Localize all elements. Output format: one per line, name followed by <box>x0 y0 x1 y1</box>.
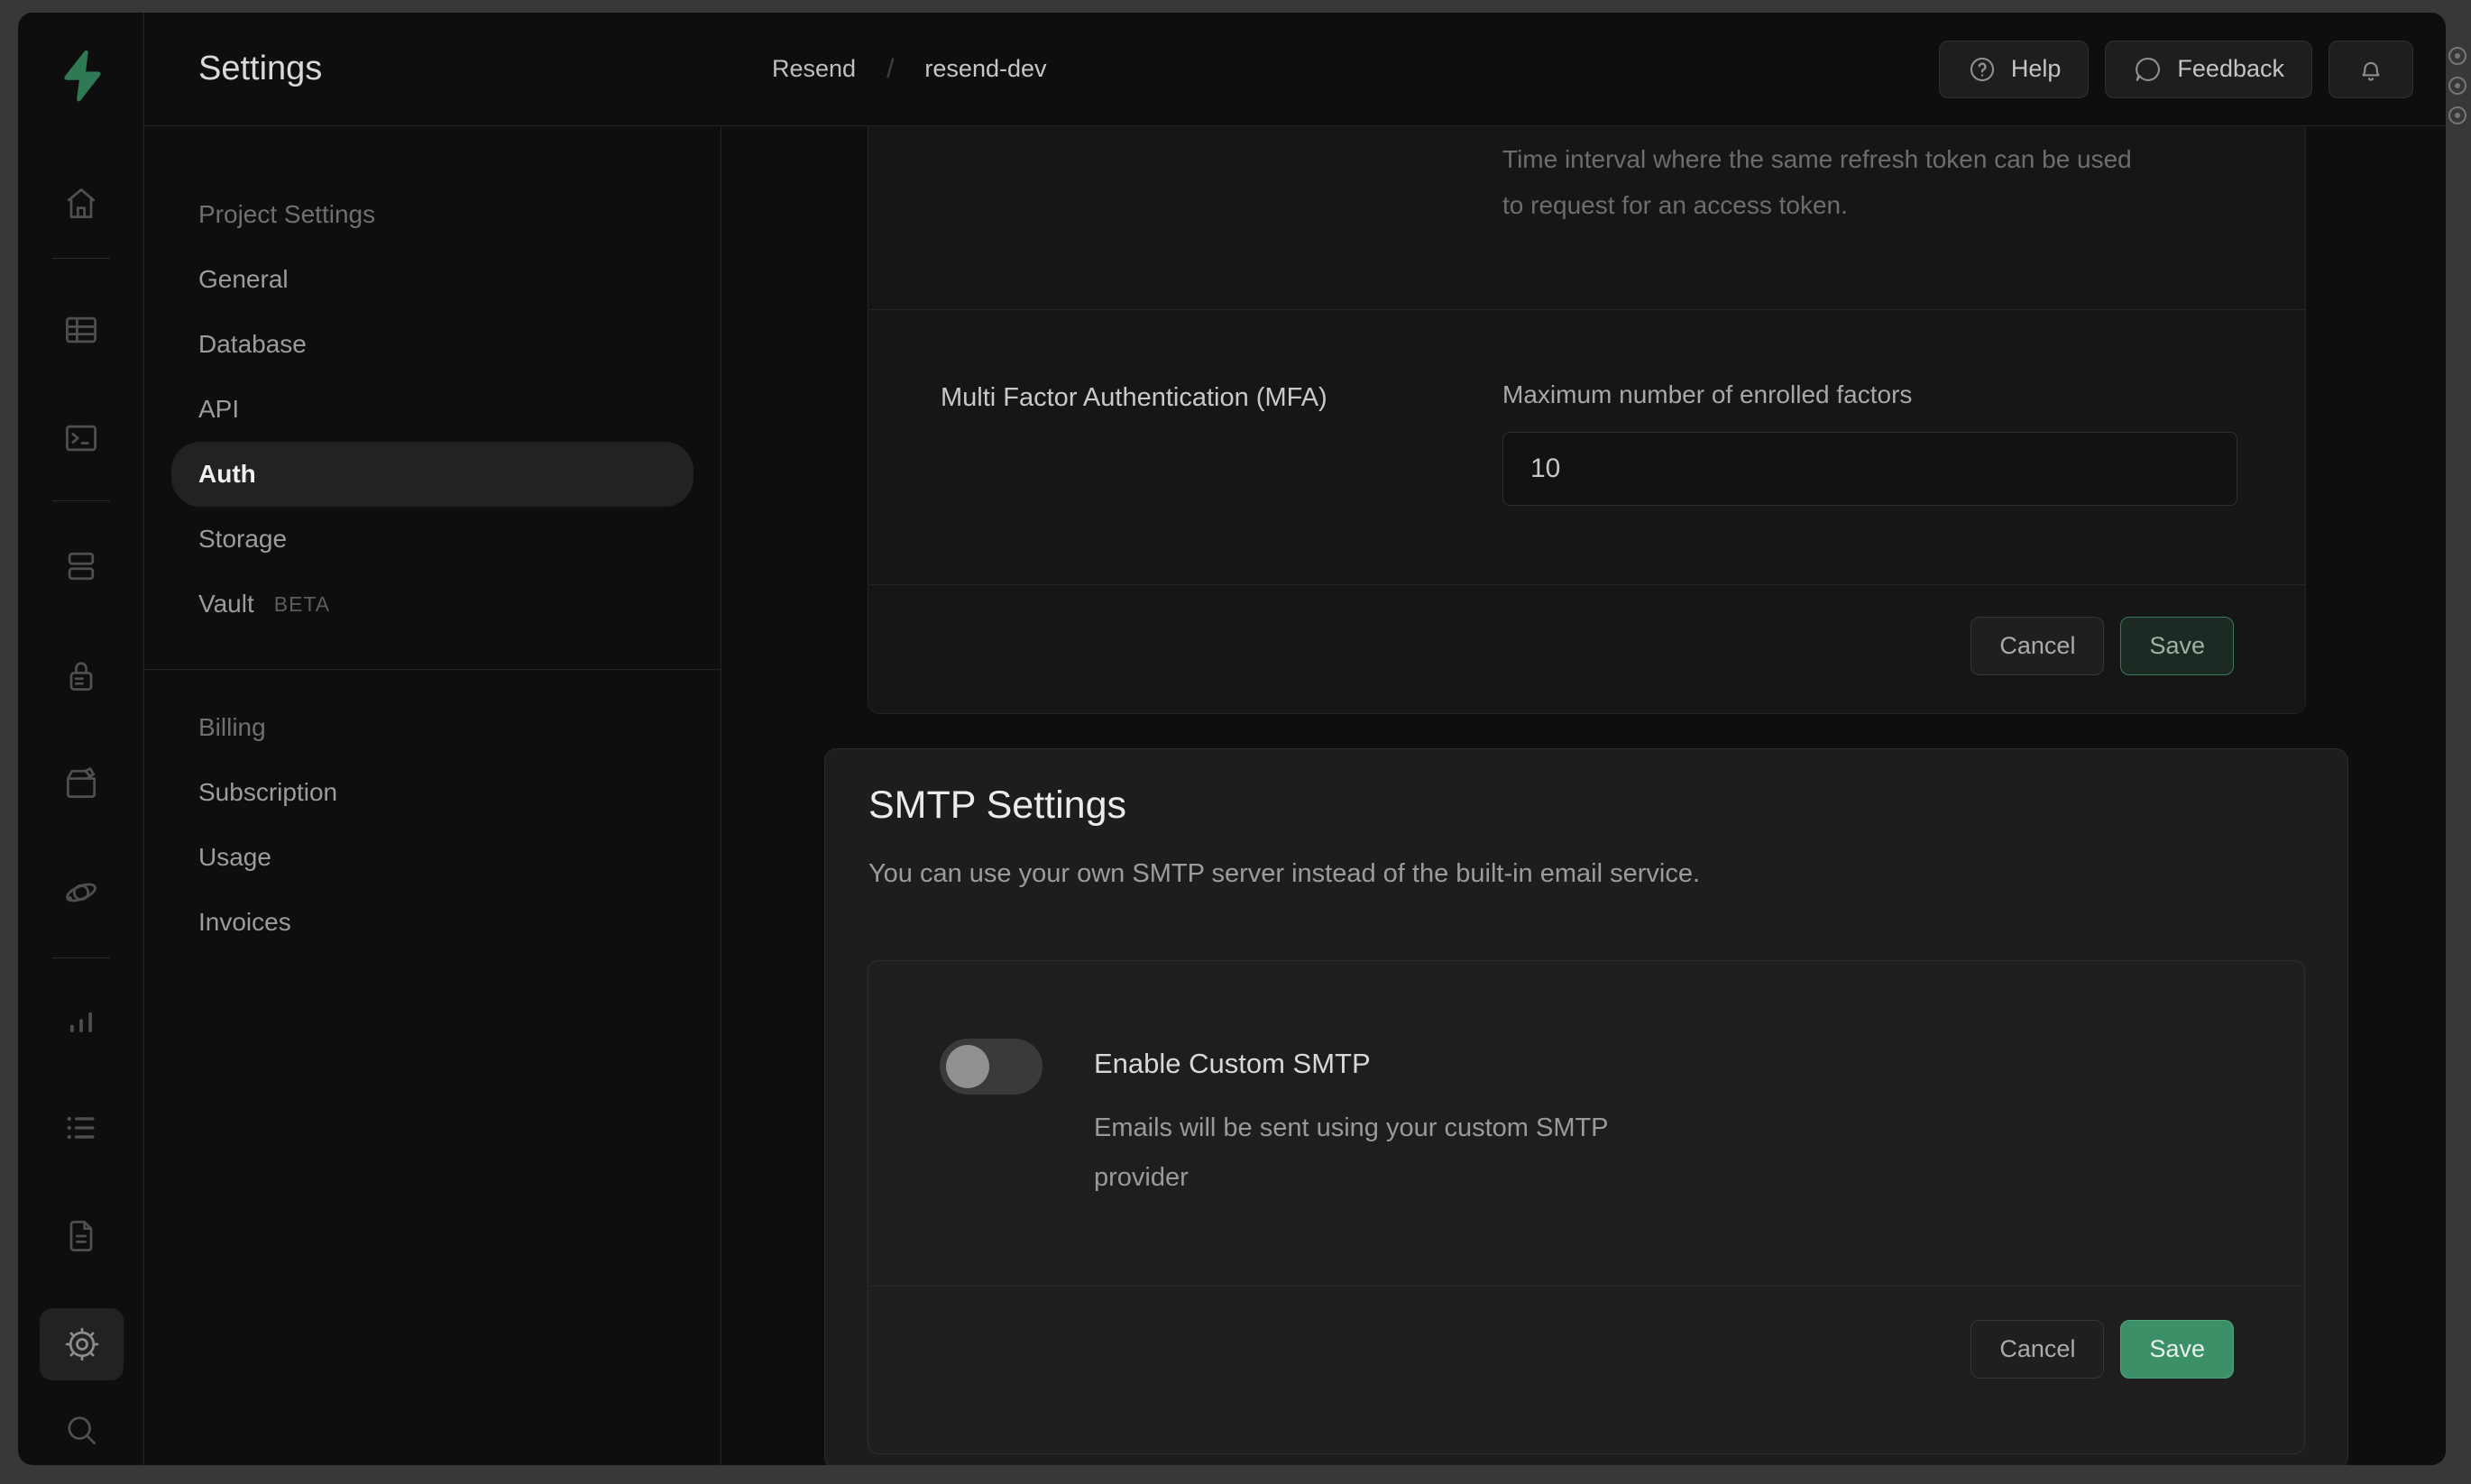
rail-divider <box>52 500 110 501</box>
frame-side-icon[interactable] <box>2448 47 2466 65</box>
help-button-label: Help <box>2011 55 2062 83</box>
mfa-section-label: Multi Factor Authentication (MFA) <box>941 383 1327 413</box>
icon-rail <box>18 13 144 1465</box>
breadcrumb: Resend / resend-dev <box>772 54 1047 85</box>
breadcrumb-separator: / <box>886 54 894 85</box>
smtp-settings-card: SMTP Settings You can use your own SMTP … <box>824 748 2348 1465</box>
nav-item-storage[interactable]: Storage <box>171 507 694 572</box>
reports-icon[interactable] <box>61 1002 101 1041</box>
feedback-button[interactable]: Feedback <box>2105 41 2312 98</box>
nav-item-usage[interactable]: Usage <box>171 825 694 890</box>
panel-divider <box>868 1286 2304 1287</box>
search-icon[interactable] <box>61 1410 101 1450</box>
notifications-button[interactable] <box>2329 41 2413 98</box>
settings-icon[interactable] <box>40 1308 124 1380</box>
help-icon <box>1967 54 1998 85</box>
page-title: Settings <box>198 50 322 88</box>
smtp-description: You can use your own SMTP server instead… <box>868 859 1700 889</box>
nav-item-database[interactable]: Database <box>171 312 694 377</box>
rail-divider <box>52 258 110 259</box>
breadcrumb-org[interactable]: Resend <box>772 55 856 83</box>
docs-icon[interactable] <box>61 1216 101 1256</box>
feedback-icon <box>2133 54 2163 85</box>
breadcrumb-project[interactable]: resend-dev <box>924 55 1046 83</box>
auth-cancel-button[interactable]: Cancel <box>1970 617 2104 675</box>
sql-editor-icon[interactable] <box>61 418 101 458</box>
database-icon[interactable] <box>61 546 101 586</box>
nav-item-api[interactable]: API <box>171 377 694 442</box>
toggle-knob <box>946 1045 989 1088</box>
smtp-form-panel: Enable Custom SMTP Emails will be sent u… <box>868 960 2305 1454</box>
logs-icon[interactable] <box>61 1108 101 1148</box>
bell-icon <box>2356 54 2386 85</box>
window-frame-toolbar <box>2446 47 2469 124</box>
enable-custom-smtp-toggle[interactable] <box>940 1039 1043 1095</box>
auth-save-button[interactable]: Save <box>2120 617 2234 675</box>
nav-section-billing: Billing <box>171 695 694 760</box>
smtp-cancel-button[interactable]: Cancel <box>1970 1320 2104 1379</box>
nav-section-project-settings: Project Settings <box>171 182 694 247</box>
settings-nav: Project Settings General Database API Au… <box>144 126 721 1465</box>
supabase-logo-icon[interactable] <box>52 45 110 106</box>
enable-custom-smtp-description: Emails will be sent using your custom SM… <box>1094 1104 1635 1203</box>
nav-item-auth-label: Auth <box>198 460 256 489</box>
nav-item-auth[interactable]: Auth <box>171 442 694 507</box>
beta-badge: BETA <box>274 592 330 617</box>
card-divider <box>868 309 2305 310</box>
top-header: Settings Resend / resend-dev Help Feed <box>144 13 2446 126</box>
nav-item-general[interactable]: General <box>171 247 694 312</box>
auth-settings-card: Time interval where the same refresh tok… <box>868 126 2306 714</box>
nav-item-vault[interactable]: Vault BETA <box>171 572 694 637</box>
nav-divider <box>144 669 721 670</box>
max-factors-label: Maximum number of enrolled factors <box>1502 380 1912 409</box>
nav-item-invoices[interactable]: Invoices <box>171 890 694 955</box>
nav-item-vault-label: Vault <box>198 590 254 618</box>
storage-icon[interactable] <box>61 764 101 803</box>
frame-side-icon[interactable] <box>2448 77 2466 95</box>
frame-side-icon[interactable] <box>2448 106 2466 124</box>
main-content: Time interval where the same refresh tok… <box>721 126 2446 1465</box>
edge-functions-icon[interactable] <box>61 873 101 912</box>
app-window: Settings Resend / resend-dev Help Feed <box>18 13 2446 1465</box>
table-editor-icon[interactable] <box>61 310 101 350</box>
max-factors-input[interactable] <box>1502 432 2237 506</box>
smtp-title: SMTP Settings <box>868 783 1126 828</box>
card-divider <box>868 584 2305 585</box>
auth-icon[interactable] <box>61 656 101 696</box>
feedback-button-label: Feedback <box>2177 55 2284 83</box>
nav-item-subscription[interactable]: Subscription <box>171 760 694 825</box>
smtp-save-button[interactable]: Save <box>2120 1320 2234 1379</box>
rail-divider <box>52 957 110 958</box>
home-icon[interactable] <box>61 184 101 224</box>
enable-custom-smtp-label: Enable Custom SMTP <box>1094 1048 1371 1080</box>
refresh-token-help-text: Time interval where the same refresh tok… <box>1502 136 2134 228</box>
help-button[interactable]: Help <box>1939 41 2090 98</box>
